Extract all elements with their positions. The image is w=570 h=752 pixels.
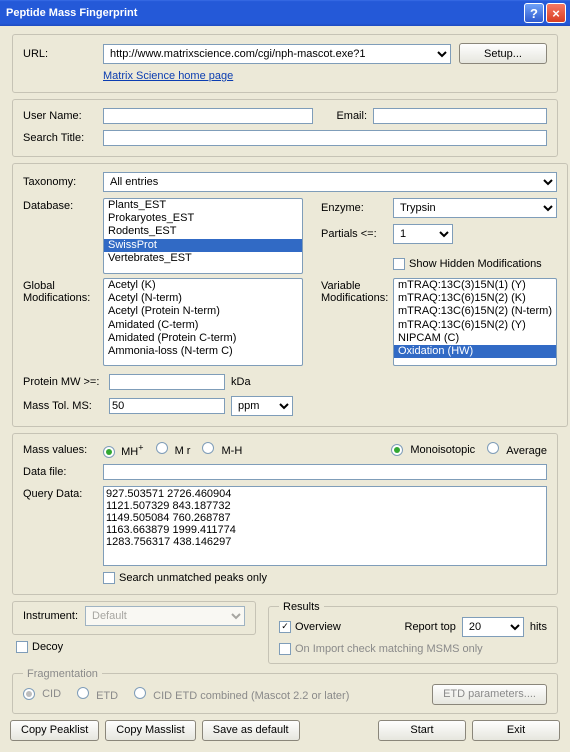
radio-icon — [103, 446, 115, 458]
reporttop-label: Report top — [405, 621, 456, 633]
proteinmw-unit: kDa — [231, 376, 251, 388]
copy-peaklist-button[interactable]: Copy Peaklist — [10, 720, 99, 741]
checkbox-icon — [279, 643, 291, 655]
masstol-input[interactable] — [109, 398, 225, 414]
mminush-radio[interactable]: M-H — [202, 442, 242, 457]
save-default-button[interactable]: Save as default — [202, 720, 300, 741]
unmatched-label: Search unmatched peaks only — [119, 572, 267, 584]
results-group: Results ✓ Overview Report top 20 hits On — [268, 601, 558, 664]
etd-radio: ETD — [77, 687, 118, 702]
searchtitle-input[interactable] — [103, 130, 547, 146]
exit-button[interactable]: Exit — [472, 720, 560, 741]
mhplus-radio[interactable]: MH+ — [103, 442, 144, 458]
fragmentation-legend: Fragmentation — [23, 668, 102, 680]
radio-icon — [156, 442, 168, 454]
importcheck-label: On Import check matching MSMS only — [295, 643, 483, 655]
enzyme-label: Enzyme: — [321, 202, 393, 214]
varmods-list[interactable]: mTRAQ:13C(3)15N(1) (Y)mTRAQ:13C(6)15N(2)… — [393, 278, 557, 366]
setup-button[interactable]: Setup... — [459, 43, 547, 64]
instrument-group: Instrument: Default — [12, 601, 256, 635]
importcheck-checkbox: On Import check matching MSMS only — [279, 643, 483, 655]
url-combo[interactable]: http://www.matrixscience.com/cgi/nph-mas… — [103, 44, 451, 64]
bottom-bar: Copy Peaklist Copy Masslist Save as defa… — [10, 720, 560, 741]
datafile-label: Data file: — [23, 466, 103, 478]
email-label: Email: — [333, 110, 373, 122]
cid-radio: CID — [23, 688, 61, 700]
overview-checkbox[interactable]: ✓ Overview — [279, 621, 341, 633]
radio-icon — [134, 687, 146, 699]
mr-radio[interactable]: M r — [156, 442, 191, 457]
unmatched-checkbox[interactable]: Search unmatched peaks only — [103, 572, 267, 584]
taxonomy-label: Taxonomy: — [23, 176, 103, 188]
cidetd-radio: CID ETD combined (Mascot 2.2 or later) — [134, 687, 349, 702]
radio-icon — [23, 688, 35, 700]
instrument-select: Default — [85, 606, 245, 626]
searchtitle-label: Search Title: — [23, 132, 103, 144]
results-legend: Results — [279, 601, 324, 613]
title-bar: Peptide Mass Fingerprint ? × — [0, 0, 570, 26]
data-group: Mass values: MH+ M r M-H Monoisotopic Av… — [12, 433, 558, 595]
decoy-label: Decoy — [32, 641, 63, 653]
datafile-input[interactable] — [103, 464, 547, 480]
matrix-home-link[interactable]: Matrix Science home page — [103, 70, 233, 82]
proteinmw-input[interactable] — [109, 374, 225, 390]
url-label: URL: — [23, 48, 103, 60]
globalmods-label: Global Modifications: — [23, 278, 103, 304]
radio-icon — [77, 687, 89, 699]
massvalues-label: Mass values: — [23, 444, 103, 456]
help-button[interactable]: ? — [524, 3, 544, 23]
decoy-checkbox[interactable]: Decoy — [16, 641, 63, 653]
checkbox-icon: ✓ — [279, 621, 291, 633]
partials-label: Partials <=: — [321, 228, 393, 240]
username-input[interactable] — [103, 108, 313, 124]
close-button[interactable]: × — [546, 3, 566, 23]
enzyme-select[interactable]: Trypsin — [393, 198, 557, 218]
globalmods-list[interactable]: Acetyl (K)Acetyl (N-term)Acetyl (Protein… — [103, 278, 303, 366]
overview-label: Overview — [295, 621, 341, 633]
database-label: Database: — [23, 198, 103, 212]
reporttop-select[interactable]: 20 — [462, 617, 524, 637]
hits-label: hits — [530, 621, 547, 633]
radio-icon — [202, 442, 214, 454]
checkbox-icon — [103, 572, 115, 584]
taxonomy-select[interactable]: All entries — [103, 172, 557, 192]
radio-icon — [391, 444, 403, 456]
querydata-textarea[interactable] — [103, 486, 547, 566]
checkbox-icon — [16, 641, 28, 653]
show-hidden-label: Show Hidden Modifications — [409, 258, 542, 270]
content-area: URL: http://www.matrixscience.com/cgi/np… — [0, 26, 570, 749]
username-label: User Name: — [23, 110, 103, 122]
email-input[interactable] — [373, 108, 547, 124]
window-title: Peptide Mass Fingerprint — [6, 7, 522, 19]
monoisotopic-radio[interactable]: Monoisotopic — [391, 444, 475, 456]
fragmentation-group: Fragmentation CID ETD CID ETD combined (… — [12, 668, 558, 714]
average-radio[interactable]: Average — [487, 442, 547, 457]
radio-icon — [487, 442, 499, 454]
user-group: User Name: Email: Search Title: — [12, 99, 558, 157]
start-button[interactable]: Start — [378, 720, 466, 741]
masstol-unit-select[interactable]: ppm — [231, 396, 293, 416]
instrument-label: Instrument: — [23, 610, 85, 622]
params-group: Taxonomy: All entries Database: Plants_E… — [12, 163, 568, 427]
proteinmw-label: Protein MW >=: — [23, 376, 109, 388]
show-hidden-checkbox[interactable]: Show Hidden Modifications — [393, 258, 542, 270]
database-list[interactable]: Plants_ESTProkaryotes_ESTRodents_ESTSwis… — [103, 198, 303, 274]
checkbox-icon — [393, 258, 405, 270]
partials-select[interactable]: 1 — [393, 224, 453, 244]
varmods-label: Variable Modifications: — [321, 278, 393, 304]
copy-masslist-button[interactable]: Copy Masslist — [105, 720, 195, 741]
masstol-label: Mass Tol. MS: — [23, 400, 109, 412]
querydata-label: Query Data: — [23, 486, 103, 500]
url-group: URL: http://www.matrixscience.com/cgi/np… — [12, 34, 558, 93]
etdparams-button: ETD parameters.... — [432, 684, 547, 705]
